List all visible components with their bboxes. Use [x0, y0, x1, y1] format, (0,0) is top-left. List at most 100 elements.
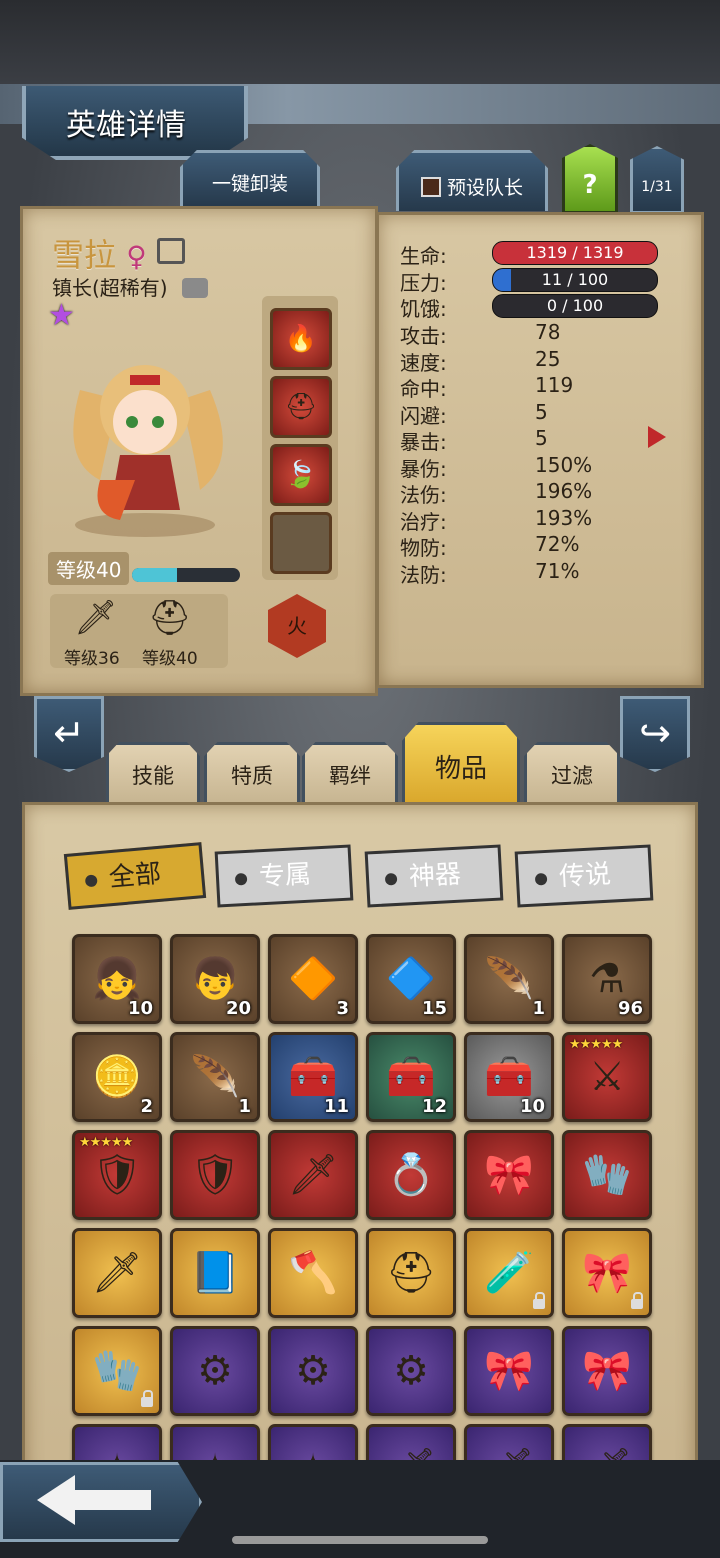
unequip-all-button[interactable]: 一键卸装	[180, 150, 320, 207]
stat-label: 速度:	[400, 350, 447, 375]
tab-filter-label: 过滤	[551, 764, 593, 788]
tab-filter[interactable]: 过滤	[524, 742, 620, 807]
stat-row: 速度: 25	[400, 346, 660, 375]
stat-row: 法防: 71%	[400, 559, 660, 587]
inventory-item[interactable]: ⚙	[268, 1326, 358, 1416]
equip-slot-2[interactable]: ⛑	[270, 376, 332, 438]
inventory-item[interactable]: 💍	[366, 1130, 456, 1220]
inventory-item[interactable]: 🧤	[72, 1326, 162, 1416]
stat-label: 物防:	[400, 536, 447, 560]
page-counter-tab: 1/31	[630, 146, 684, 214]
tab-bonds[interactable]: 羁绊	[302, 742, 398, 807]
stress-bar-fill	[493, 268, 512, 291]
lock-icon	[533, 1292, 545, 1309]
great-sword-icon: 🗡	[91, 1250, 143, 1296]
inventory-item[interactable]: 🪓	[268, 1228, 358, 1318]
home-indicator[interactable]	[232, 1536, 488, 1544]
inventory-item[interactable]: 👦 20	[170, 934, 260, 1024]
stat-value: 196%	[535, 479, 593, 503]
inventory-item[interactable]: 🧰 11	[268, 1032, 358, 1122]
filter-exclusive-button[interactable]: 专属	[214, 844, 354, 908]
top-status-area	[0, 0, 720, 84]
help-icon: ?	[582, 170, 598, 200]
red-scarf-icon: 🎀	[484, 1348, 534, 1394]
filter-exclusive-dot-icon	[234, 872, 248, 886]
inventory-item[interactable]: ⚗ 96	[562, 934, 652, 1024]
helmet-icon[interactable]: ⛑	[148, 598, 191, 638]
inventory-item[interactable]: 🛡	[170, 1130, 260, 1220]
inventory-item[interactable]: 🎀	[562, 1326, 652, 1416]
inventory-item[interactable]: 🧪	[464, 1228, 554, 1318]
filter-artifact-button[interactable]: 神器	[364, 844, 504, 908]
level-row: 等级40	[48, 552, 130, 585]
inventory-item[interactable]: 🗡	[268, 1130, 358, 1220]
spiked-collar-icon: ⚙	[197, 1348, 233, 1394]
stat-value: 119	[535, 373, 574, 397]
equip-slot-3[interactable]: 🍃	[270, 444, 332, 506]
prev-hero-button[interactable]: ↵	[34, 696, 104, 772]
item-count: 15	[421, 998, 447, 1019]
tab-items[interactable]: 物品	[402, 722, 520, 807]
sword-icon[interactable]: 🗡	[74, 598, 117, 638]
hero-portrait	[40, 330, 250, 540]
inventory-item[interactable]: ⛑	[366, 1228, 456, 1318]
inventory-item[interactable]: 🪶 1	[464, 934, 554, 1024]
stat-label: 攻击:	[400, 324, 447, 348]
spiked-collar-icon: ⚙	[393, 1348, 429, 1394]
filter-artifact-dot-icon	[384, 872, 398, 886]
inventory-item[interactable]: 🧰 10	[464, 1032, 554, 1122]
hero-class: 镇长(超稀有)	[52, 276, 168, 300]
unequip-all-label: 一键卸装	[211, 173, 288, 195]
filter-legend-button[interactable]: 传说	[514, 844, 654, 908]
stats-next-arrow-icon[interactable]	[648, 426, 666, 448]
inventory-item[interactable]: ⚔ ★★★★★	[562, 1032, 652, 1122]
red-scarf-icon: 🎀	[484, 1152, 534, 1198]
change-class-icon[interactable]	[181, 278, 208, 298]
item-count: 1	[238, 1096, 251, 1117]
inventory-item[interactable]: 🧤	[562, 1130, 652, 1220]
tab-traits-label: 特质	[231, 764, 273, 788]
inventory-item[interactable]: 🎀	[562, 1228, 652, 1318]
stat-row: 物防: 72%	[400, 532, 660, 560]
stress-value: 11 / 100	[541, 269, 609, 289]
inventory-item[interactable]: 📘	[170, 1228, 260, 1318]
inventory-item[interactable]: 👧 10	[72, 934, 162, 1024]
item-count: 96	[617, 998, 643, 1019]
tab-traits[interactable]: 特质	[204, 742, 300, 807]
inventory-item[interactable]: 🪙 2	[72, 1032, 162, 1122]
tab-skills[interactable]: 技能	[106, 742, 200, 807]
hunger-bar: 0 / 100	[492, 294, 658, 318]
heart-axe-icon: 🪓	[288, 1250, 338, 1296]
help-button[interactable]: ?	[562, 144, 618, 214]
star-rating: ★★★★★	[79, 1135, 133, 1150]
inventory-item[interactable]: 🎀	[464, 1130, 554, 1220]
inventory-item[interactable]: 🔷 15	[366, 934, 456, 1024]
next-hero-button[interactable]: ↪	[620, 696, 690, 772]
equip-slot-1[interactable]: 🔥	[270, 308, 332, 370]
inventory-item[interactable]: 🪶 1	[170, 1032, 260, 1122]
edit-name-icon[interactable]	[156, 238, 185, 264]
hero-level: 等级40	[48, 552, 130, 585]
stat-label: 命中:	[400, 377, 447, 401]
equip-slot-4-empty[interactable]	[270, 512, 332, 574]
inventory-item[interactable]: 🎀	[464, 1326, 554, 1416]
filter-all-button[interactable]: 全部	[63, 842, 207, 910]
stat-label: 闪避:	[400, 403, 447, 428]
inventory-item[interactable]: 🛡 ★★★★★	[72, 1130, 162, 1220]
preset-leader-button[interactable]: 预设队长	[396, 150, 548, 211]
green-leaf-icon: 🍃	[284, 460, 318, 490]
inventory-item[interactable]: 🧰 12	[366, 1032, 456, 1122]
winged-helm-icon: ⛑	[284, 392, 318, 422]
stat-value: 150%	[535, 452, 593, 477]
inventory-item[interactable]: 🔶 3	[268, 934, 358, 1024]
inventory-item[interactable]: 🗡	[72, 1228, 162, 1318]
back-button[interactable]	[0, 1462, 202, 1542]
inventory-item[interactable]: ⚙	[170, 1326, 260, 1416]
inventory-item[interactable]: ⚙	[366, 1326, 456, 1416]
magic-gauntlet-icon: 🧤	[582, 1152, 632, 1198]
female-icon: ♀	[126, 240, 147, 273]
star-rating: ★★★★★	[569, 1037, 623, 1052]
stat-value: 25	[535, 346, 561, 371]
filter-artifact-label: 神器	[408, 859, 462, 893]
checkbox-icon[interactable]	[420, 177, 441, 197]
